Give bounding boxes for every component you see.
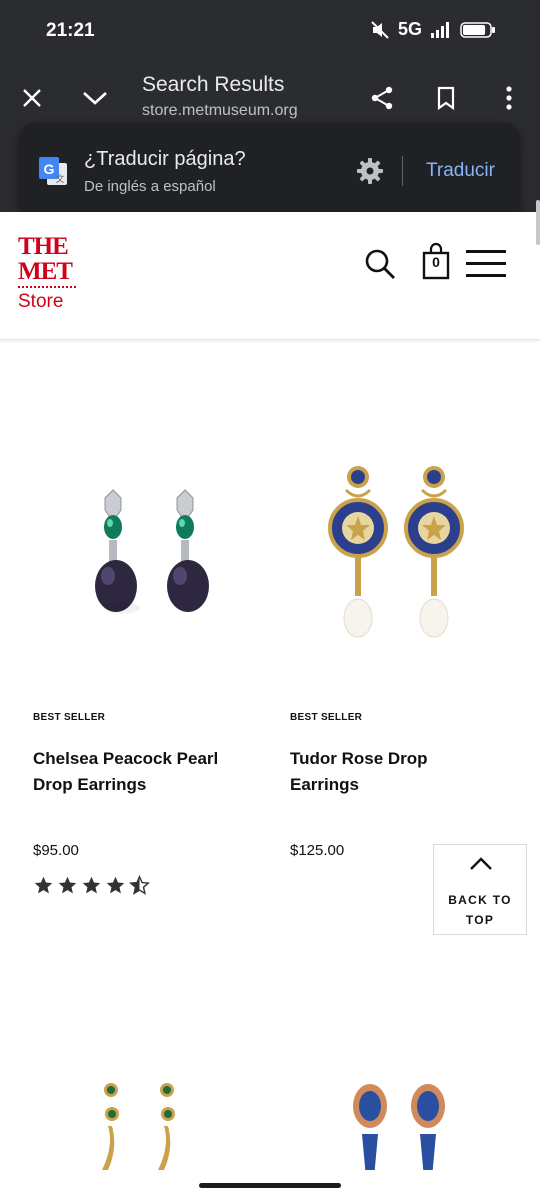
search-button[interactable] bbox=[362, 246, 398, 282]
best-seller-badge: BEST SELLER bbox=[290, 712, 363, 723]
page-scrollbar[interactable] bbox=[536, 200, 540, 245]
minimize-button[interactable] bbox=[77, 80, 113, 116]
signal-icon bbox=[431, 21, 449, 38]
screen: 21:21 5G Search Results store.metmuseum.… bbox=[0, 0, 540, 1200]
logo-line-the: THE bbox=[18, 233, 69, 260]
product-image-partial[interactable] bbox=[10, 1070, 250, 1170]
star-full-icon bbox=[58, 876, 77, 894]
product-price: $125.00 bbox=[290, 842, 345, 859]
tudor-rose-earrings-image[interactable] bbox=[270, 350, 510, 650]
star-half-icon bbox=[129, 875, 150, 895]
mute-icon bbox=[371, 20, 389, 39]
logo-store-text: Store bbox=[18, 291, 64, 312]
google-translate-icon: G 文 bbox=[39, 157, 67, 185]
menu-button[interactable] bbox=[464, 246, 508, 280]
site-header: THE MET Store 0 bbox=[0, 212, 540, 340]
status-icons: 5G bbox=[370, 19, 496, 40]
logo-line-met: MET bbox=[18, 258, 73, 285]
svg-text:G: G bbox=[44, 161, 55, 177]
popup-divider bbox=[402, 156, 403, 186]
star-full-icon bbox=[82, 876, 101, 894]
translate-button[interactable]: Traducir bbox=[426, 160, 495, 182]
home-gesture-handle[interactable] bbox=[199, 1183, 341, 1188]
back-to-top-button[interactable]: BACK TO TOP bbox=[433, 844, 527, 935]
back-to-top-line2: TOP bbox=[465, 913, 495, 927]
close-icon bbox=[23, 89, 41, 107]
bookmark-button[interactable] bbox=[428, 80, 464, 116]
chevron-down-icon bbox=[83, 92, 107, 105]
system-gesture-bar bbox=[0, 1170, 540, 1200]
translate-title: ¿Traducir página? bbox=[84, 148, 246, 170]
status-bar: 21:21 5G bbox=[0, 0, 540, 62]
share-icon bbox=[371, 86, 393, 110]
translate-subtitle: De inglés a español bbox=[84, 178, 216, 195]
gear-icon[interactable] bbox=[355, 156, 385, 186]
product-price: $95.00 bbox=[33, 842, 79, 859]
more-options-button[interactable] bbox=[491, 80, 527, 116]
chelsea-peacock-pearl-earrings-image[interactable] bbox=[10, 350, 250, 650]
translate-popup: G 文 ¿Traducir página? De inglés a españo… bbox=[20, 123, 519, 217]
svg-text:文: 文 bbox=[55, 173, 64, 184]
page-url[interactable]: store.metmuseum.org bbox=[142, 102, 298, 120]
more-vert-icon bbox=[506, 86, 512, 110]
network-type: 5G bbox=[397, 19, 422, 39]
logo-divider bbox=[18, 286, 76, 288]
battery-icon bbox=[460, 21, 495, 38]
search-icon bbox=[365, 249, 395, 279]
chevron-up-icon bbox=[470, 857, 492, 870]
product-name[interactable]: Chelsea Peacock Pearl Drop Earrings bbox=[33, 746, 253, 798]
back-to-top-label: BACK TO TOP bbox=[434, 890, 526, 930]
cart-count: 0 bbox=[432, 254, 440, 270]
page-title: Search Results bbox=[142, 73, 285, 96]
star-full-icon bbox=[34, 876, 53, 894]
status-time: 21:21 bbox=[46, 20, 95, 41]
cart-button[interactable]: 0 bbox=[422, 242, 450, 280]
bookmark-icon bbox=[437, 86, 455, 110]
product-name[interactable]: Tudor Rose Drop Earrings bbox=[290, 746, 450, 798]
best-seller-badge: BEST SELLER bbox=[33, 712, 106, 723]
hamburger-menu-icon bbox=[466, 250, 506, 277]
close-tab-button[interactable] bbox=[14, 80, 50, 116]
star-rating bbox=[33, 875, 150, 896]
share-button[interactable] bbox=[364, 80, 400, 116]
met-store-logo[interactable]: THE MET Store bbox=[18, 234, 80, 319]
product-image-partial[interactable] bbox=[270, 1078, 510, 1178]
star-full-icon bbox=[106, 876, 125, 894]
back-to-top-line1: BACK TO bbox=[448, 893, 512, 907]
